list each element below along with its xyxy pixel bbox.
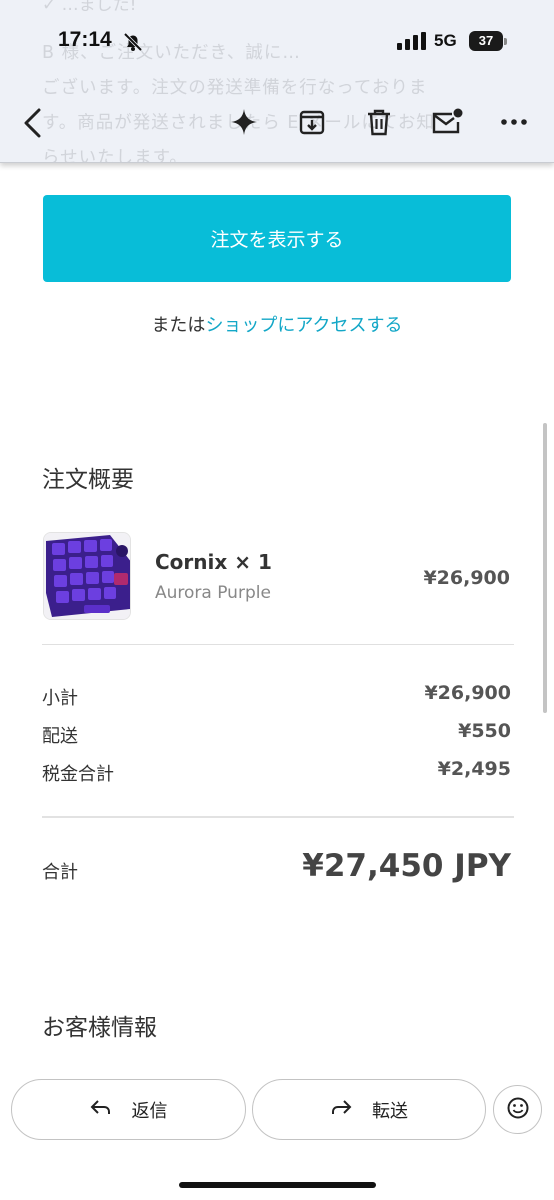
status-bar: 17:14 5G 37 <box>0 0 554 86</box>
product-price: ¥26,900 <box>423 567 510 589</box>
cellular-signal-icon <box>397 32 427 54</box>
archive-icon[interactable] <box>294 104 330 140</box>
more-icon[interactable] <box>496 104 532 140</box>
order-summary-title: 注文概要 <box>42 467 134 493</box>
shipping-value: ¥550 <box>458 720 511 742</box>
top-toolbar: ✓ …ました! B 様、ご注文いただき、誠に… ございます。注文の発送準備を行な… <box>0 0 554 163</box>
back-icon[interactable] <box>14 103 50 143</box>
shipping-label: 配送 <box>42 726 78 747</box>
forward-button[interactable]: 転送 <box>252 1079 486 1140</box>
home-indicator[interactable] <box>179 1182 376 1188</box>
battery-tip <box>504 38 507 45</box>
reply-label: 返信 <box>131 1100 168 1122</box>
mark-unread-icon[interactable] <box>428 104 466 140</box>
sparkle-icon[interactable] <box>226 104 262 140</box>
emoji-reaction-button[interactable] <box>493 1085 542 1134</box>
subtotal-value: ¥26,900 <box>424 682 511 704</box>
bottom-action-bar: 返信 転送 <box>0 1066 554 1200</box>
divider <box>42 816 514 818</box>
forward-icon <box>330 1098 352 1121</box>
trash-icon[interactable] <box>361 104 397 140</box>
product-variant: Aurora Purple <box>155 583 271 603</box>
shop-access-line: またはショップにアクセスする <box>0 311 554 337</box>
subtotal-label: 小計 <box>42 688 78 709</box>
shop-link[interactable]: ショップにアクセスする <box>205 315 402 336</box>
tax-value: ¥2,495 <box>437 758 511 780</box>
reply-button[interactable]: 返信 <box>11 1079 246 1140</box>
total-label: 合計 <box>42 862 78 883</box>
reply-icon <box>90 1098 112 1121</box>
total-value: ¥27,450 JPY <box>302 848 511 884</box>
view-order-button[interactable]: 注文を表示する <box>43 195 511 282</box>
product-thumbnail <box>43 532 131 620</box>
smiley-icon <box>506 1096 530 1124</box>
email-screen: ✓ …ました! B 様、ご注文いただき、誠に… ございます。注文の発送準備を行な… <box>0 0 554 1200</box>
or-prefix: または <box>151 315 206 336</box>
divider <box>42 644 514 645</box>
scrollbar[interactable] <box>543 423 547 713</box>
silent-bell-icon <box>122 31 144 57</box>
tax-label: 税金合計 <box>42 764 114 785</box>
forward-label: 転送 <box>372 1100 408 1122</box>
customer-info-title: お客様情報 <box>42 1015 157 1041</box>
status-time: 17:14 <box>58 28 112 51</box>
product-name: Cornix × 1 <box>155 550 272 574</box>
network-type: 5G <box>434 31 457 50</box>
battery-icon: 37 <box>469 31 503 51</box>
